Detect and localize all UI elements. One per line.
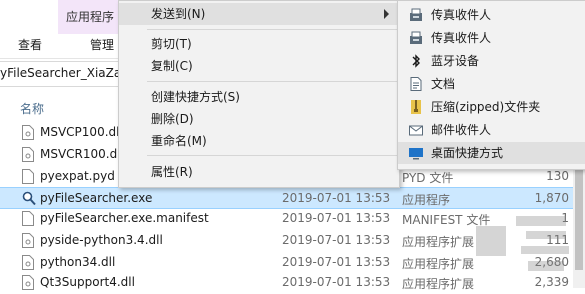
menu-item-cut[interactable]: 剪切(T) (119, 33, 399, 55)
menu-item-create-shortcut[interactable]: 创建快捷方式(S) (119, 86, 399, 108)
menu-item-rename[interactable]: 重命名(M) (119, 130, 399, 152)
file-name: Qt3Support4.dll (40, 275, 135, 289)
file-type: 应用程序扩展 (402, 277, 475, 291)
bluetooth-icon (412, 54, 420, 68)
submenu-item-label: 文档 (431, 77, 456, 91)
context-menu: 发送到(N) 剪切(T) 复制(C) 创建快捷方式(S) 删除(D) 重命名(M… (118, 0, 400, 188)
send-to-fax-recipient[interactable]: 传真收件人 (398, 4, 585, 26)
send-to-documents[interactable]: 文档 (398, 73, 585, 95)
file-date: 2019-07-01 13:53 (282, 233, 391, 247)
menu-separator (147, 155, 397, 156)
menu-item-delete[interactable]: 删除(D) (119, 108, 399, 130)
menu-item-label: 属性(R) (151, 165, 193, 179)
column-header-name[interactable]: 名称 (20, 100, 44, 117)
file-name: pyside-python3.4.dll (40, 233, 163, 247)
menu-item-label: 删除(D) (151, 112, 194, 126)
file-date: 2019-07-01 13:53 (282, 191, 391, 205)
file-size: 1,870 (534, 191, 569, 205)
send-to-bluetooth[interactable]: 蓝牙设备 (398, 50, 585, 72)
file-date: 2019-07-01 13:53 (282, 275, 391, 289)
file-name: MSVCP100.dl (40, 125, 120, 139)
dll-file-icon (22, 255, 34, 270)
file-name: MSVCR100.dl (40, 147, 121, 161)
tab-manage[interactable]: 管理 (90, 36, 114, 53)
menu-item-label: 复制(C) (151, 59, 193, 73)
tab-application-tools[interactable]: 应用程序 (58, 0, 118, 36)
magnifier-app-icon (22, 191, 36, 206)
file-date: 2019-07-01 13:53 (282, 211, 391, 225)
submenu-item-label: 传真收件人 (431, 8, 492, 22)
tab-view[interactable]: 查看 (18, 36, 42, 53)
fax-icon (410, 8, 422, 21)
menu-separator (147, 81, 397, 82)
dll-file-icon (22, 125, 34, 140)
submenu-item-label: 邮件收件人 (431, 123, 492, 137)
file-type: 应用程序扩展 (402, 235, 475, 249)
mail-icon (409, 125, 423, 136)
menu-separator (147, 29, 397, 30)
submenu-arrow-icon (384, 9, 389, 19)
menu-item-copy[interactable]: 复制(C) (119, 55, 399, 77)
site-watermark-logo (476, 216, 569, 271)
submenu-item-label: 桌面快捷方式 (431, 146, 504, 160)
send-to-submenu: 传真收件人 传真收件人 蓝牙设备 文档 压缩(zipped)文件夹 邮件收件人 … (397, 0, 585, 170)
desktop-icon (409, 148, 423, 160)
dll-file-icon (22, 147, 34, 162)
file-type: 应用程序扩展 (402, 257, 475, 271)
menu-item-label: 重命名(M) (151, 134, 207, 148)
send-to-mail-recipient[interactable]: 邮件收件人 (398, 119, 585, 141)
send-to-fax-recipient[interactable]: 传真收件人 (398, 27, 585, 49)
submenu-item-label: 传真收件人 (431, 31, 492, 45)
file-name: pyexpat.pyd (40, 169, 115, 183)
file-name: pyFileSearcher.exe (40, 191, 153, 205)
file-size: 130 (546, 169, 569, 183)
menu-item-properties[interactable]: 属性(R) (119, 161, 399, 183)
menu-item-label: 创建快捷方式(S) (151, 90, 240, 104)
file-name: pyFileSearcher.exe.manifest (40, 211, 209, 225)
documents-icon (410, 77, 422, 91)
file-type: 应用程序 (402, 193, 451, 207)
zip-folder-icon (411, 100, 421, 114)
send-to-zip-folder[interactable]: 压缩(zipped)文件夹 (398, 96, 585, 118)
address-path: yFileSearcher_XiaZai (0, 66, 125, 80)
file-icon (22, 211, 34, 226)
submenu-item-label: 压缩(zipped)文件夹 (431, 100, 541, 114)
send-to-desktop-shortcut[interactable]: 桌面快捷方式 (398, 142, 585, 164)
file-type: PYD 文件 (402, 171, 454, 185)
submenu-item-label: 蓝牙设备 (431, 54, 480, 68)
fax-icon (410, 31, 422, 44)
file-icon (22, 169, 34, 184)
file-date: 2019-07-01 13:53 (282, 255, 391, 269)
dll-file-icon (22, 233, 34, 248)
file-name: python34.dll (40, 255, 116, 269)
menu-item-label: 剪切(T) (151, 37, 192, 51)
menu-item-send-to[interactable]: 发送到(N) (119, 3, 399, 25)
menu-item-label: 发送到(N) (151, 7, 206, 21)
